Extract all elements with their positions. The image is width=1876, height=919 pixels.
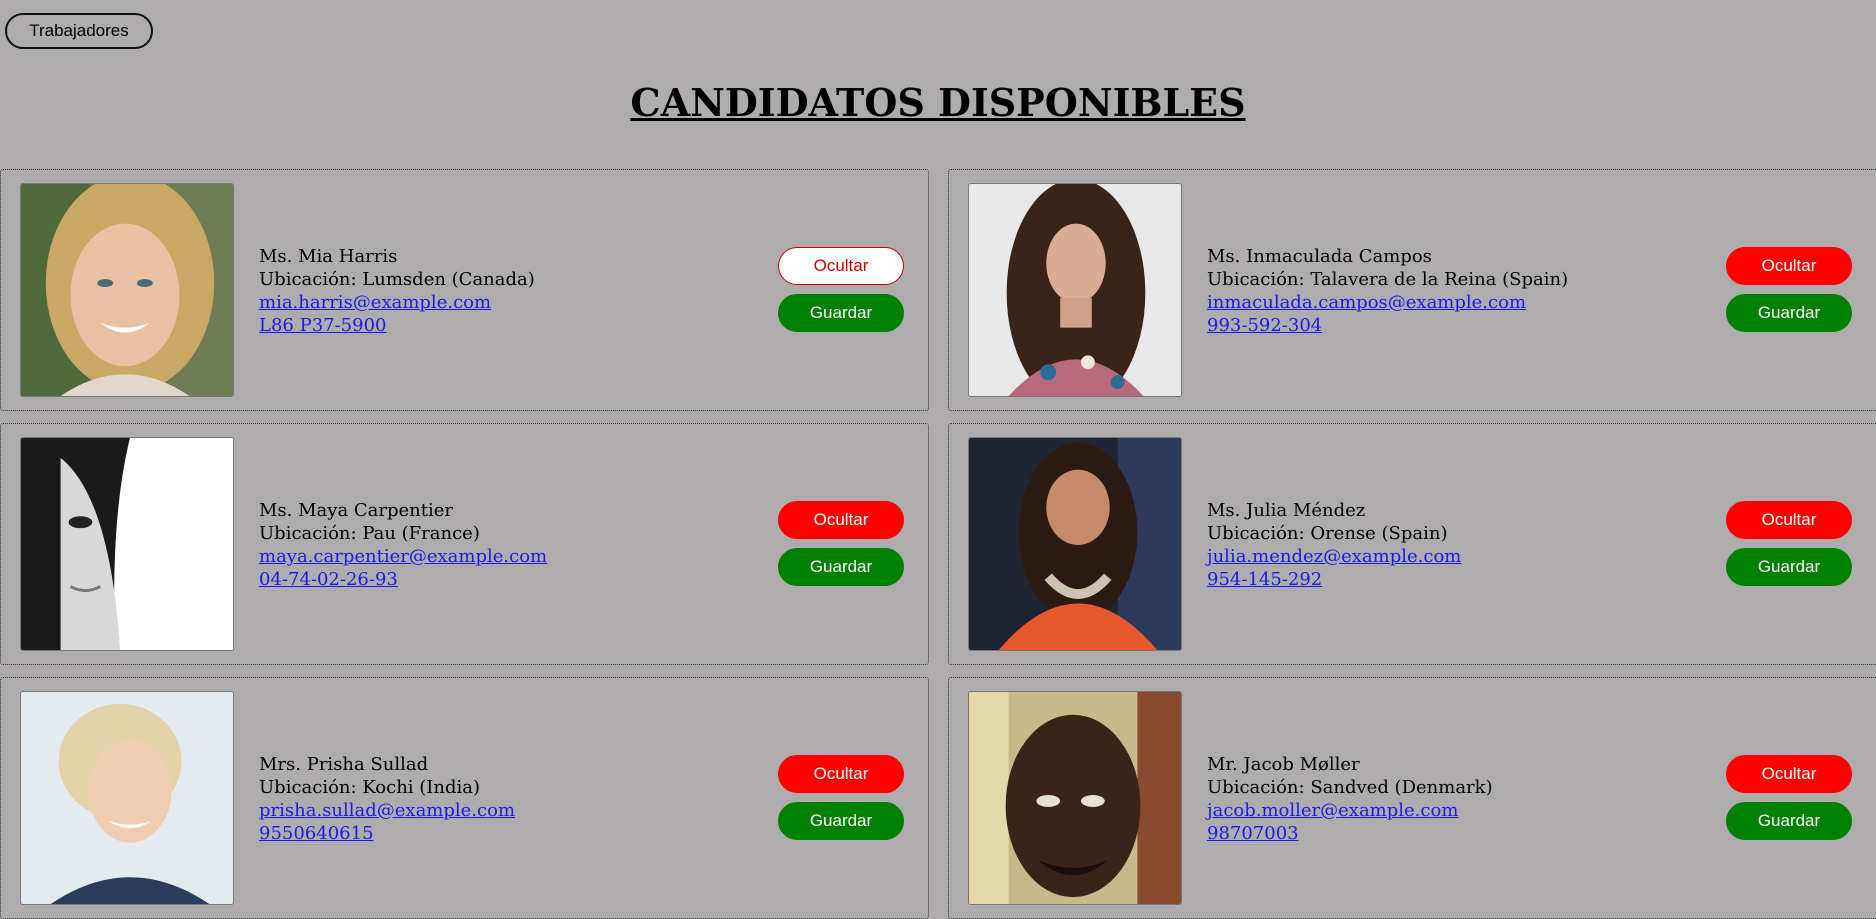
hide-button[interactable]: Ocultar bbox=[778, 501, 904, 539]
candidate-location: Ubicación: Kochi (India) bbox=[259, 777, 481, 798]
candidate-card: Mr. Jacob Møller Ubicación: Sandved (Den… bbox=[948, 677, 1876, 919]
candidate-actions: Ocultar Guardar bbox=[1726, 501, 1852, 595]
candidate-photo bbox=[968, 183, 1182, 397]
candidate-email-link[interactable]: prisha.sullad@example.com bbox=[259, 799, 515, 822]
save-button[interactable]: Guardar bbox=[1726, 294, 1852, 332]
save-button[interactable]: Guardar bbox=[778, 294, 904, 332]
save-button[interactable]: Guardar bbox=[1726, 802, 1852, 840]
candidate-card: Ms. Julia Méndez Ubicación: Orense (Spai… bbox=[948, 423, 1876, 665]
candidate-name: Ms. Inmaculada Campos bbox=[1207, 246, 1432, 267]
candidate-card: Ms. Maya Carpentier Ubicación: Pau (Fran… bbox=[0, 423, 929, 665]
candidate-info: Ms. Maya Carpentier Ubicación: Pau (Fran… bbox=[259, 499, 547, 591]
candidate-card: Ms. Inmaculada Campos Ubicación: Talaver… bbox=[948, 169, 1876, 411]
candidate-name: Ms. Maya Carpentier bbox=[259, 500, 454, 521]
candidate-email-link[interactable]: jacob.moller@example.com bbox=[1207, 799, 1493, 822]
candidate-info: Mr. Jacob Møller Ubicación: Sandved (Den… bbox=[1207, 753, 1493, 845]
save-button[interactable]: Guardar bbox=[778, 802, 904, 840]
candidate-phone-link[interactable]: 04-74-02-26-93 bbox=[259, 568, 547, 591]
candidate-email-link[interactable]: maya.carpentier@example.com bbox=[259, 545, 547, 568]
candidate-actions: Ocultar Guardar bbox=[1726, 247, 1852, 341]
candidate-actions: Ocultar Guardar bbox=[1726, 755, 1852, 849]
candidate-actions: Ocultar Guardar bbox=[778, 755, 904, 849]
save-button[interactable]: Guardar bbox=[778, 548, 904, 586]
candidate-phone-link[interactable]: L86 P37-5900 bbox=[259, 314, 535, 337]
candidate-actions: Ocultar Guardar bbox=[778, 247, 904, 341]
candidate-phone-link[interactable]: 98707003 bbox=[1207, 822, 1493, 845]
hide-button[interactable]: Ocultar bbox=[1726, 755, 1852, 793]
candidate-card: Ms. Mia Harris Ubicación: Lumsden (Canad… bbox=[0, 169, 929, 411]
candidate-location: Ubicación: Sandved (Denmark) bbox=[1207, 777, 1493, 798]
candidate-phone-link[interactable]: 993-592-304 bbox=[1207, 314, 1568, 337]
candidate-card: Mrs. Prisha Sullad Ubicación: Kochi (Ind… bbox=[0, 677, 929, 919]
candidate-photo bbox=[968, 691, 1182, 905]
candidate-email-link[interactable]: julia.mendez@example.com bbox=[1207, 545, 1461, 568]
hide-button[interactable]: Ocultar bbox=[1726, 247, 1852, 285]
candidate-info: Ms. Julia Méndez Ubicación: Orense (Spai… bbox=[1207, 499, 1461, 591]
candidate-email-link[interactable]: inmaculada.campos@example.com bbox=[1207, 291, 1568, 314]
candidate-photo bbox=[968, 437, 1182, 651]
page-title: CANDIDATOS DISPONIBLES bbox=[630, 80, 1246, 125]
hide-button[interactable]: Ocultar bbox=[1726, 501, 1852, 539]
candidate-photo bbox=[20, 691, 234, 905]
candidate-photo bbox=[20, 183, 234, 397]
candidate-actions: Ocultar Guardar bbox=[778, 501, 904, 595]
save-button[interactable]: Guardar bbox=[1726, 548, 1852, 586]
candidate-phone-link[interactable]: 954-145-292 bbox=[1207, 568, 1461, 591]
hide-button[interactable]: Ocultar bbox=[778, 755, 904, 793]
candidate-location: Ubicación: Pau (France) bbox=[259, 523, 480, 544]
hide-button[interactable]: Ocultar bbox=[778, 247, 904, 285]
trabajadores-button[interactable]: Trabajadores bbox=[5, 13, 153, 49]
candidate-name: Ms. Mia Harris bbox=[259, 246, 398, 267]
candidate-photo bbox=[20, 437, 234, 651]
candidate-email-link[interactable]: mia.harris@example.com bbox=[259, 291, 535, 314]
candidate-name: Ms. Julia Méndez bbox=[1207, 500, 1366, 521]
candidate-phone-link[interactable]: 9550640615 bbox=[259, 822, 515, 845]
candidate-name: Mrs. Prisha Sullad bbox=[259, 754, 429, 775]
candidate-location: Ubicación: Orense (Spain) bbox=[1207, 523, 1448, 544]
candidate-info: Mrs. Prisha Sullad Ubicación: Kochi (Ind… bbox=[259, 753, 515, 845]
candidate-location: Ubicación: Talavera de la Reina (Spain) bbox=[1207, 269, 1569, 290]
candidate-name: Mr. Jacob Møller bbox=[1207, 754, 1360, 775]
candidate-info: Ms. Mia Harris Ubicación: Lumsden (Canad… bbox=[259, 245, 535, 337]
candidate-info: Ms. Inmaculada Campos Ubicación: Talaver… bbox=[1207, 245, 1568, 337]
candidate-location: Ubicación: Lumsden (Canada) bbox=[259, 269, 535, 290]
